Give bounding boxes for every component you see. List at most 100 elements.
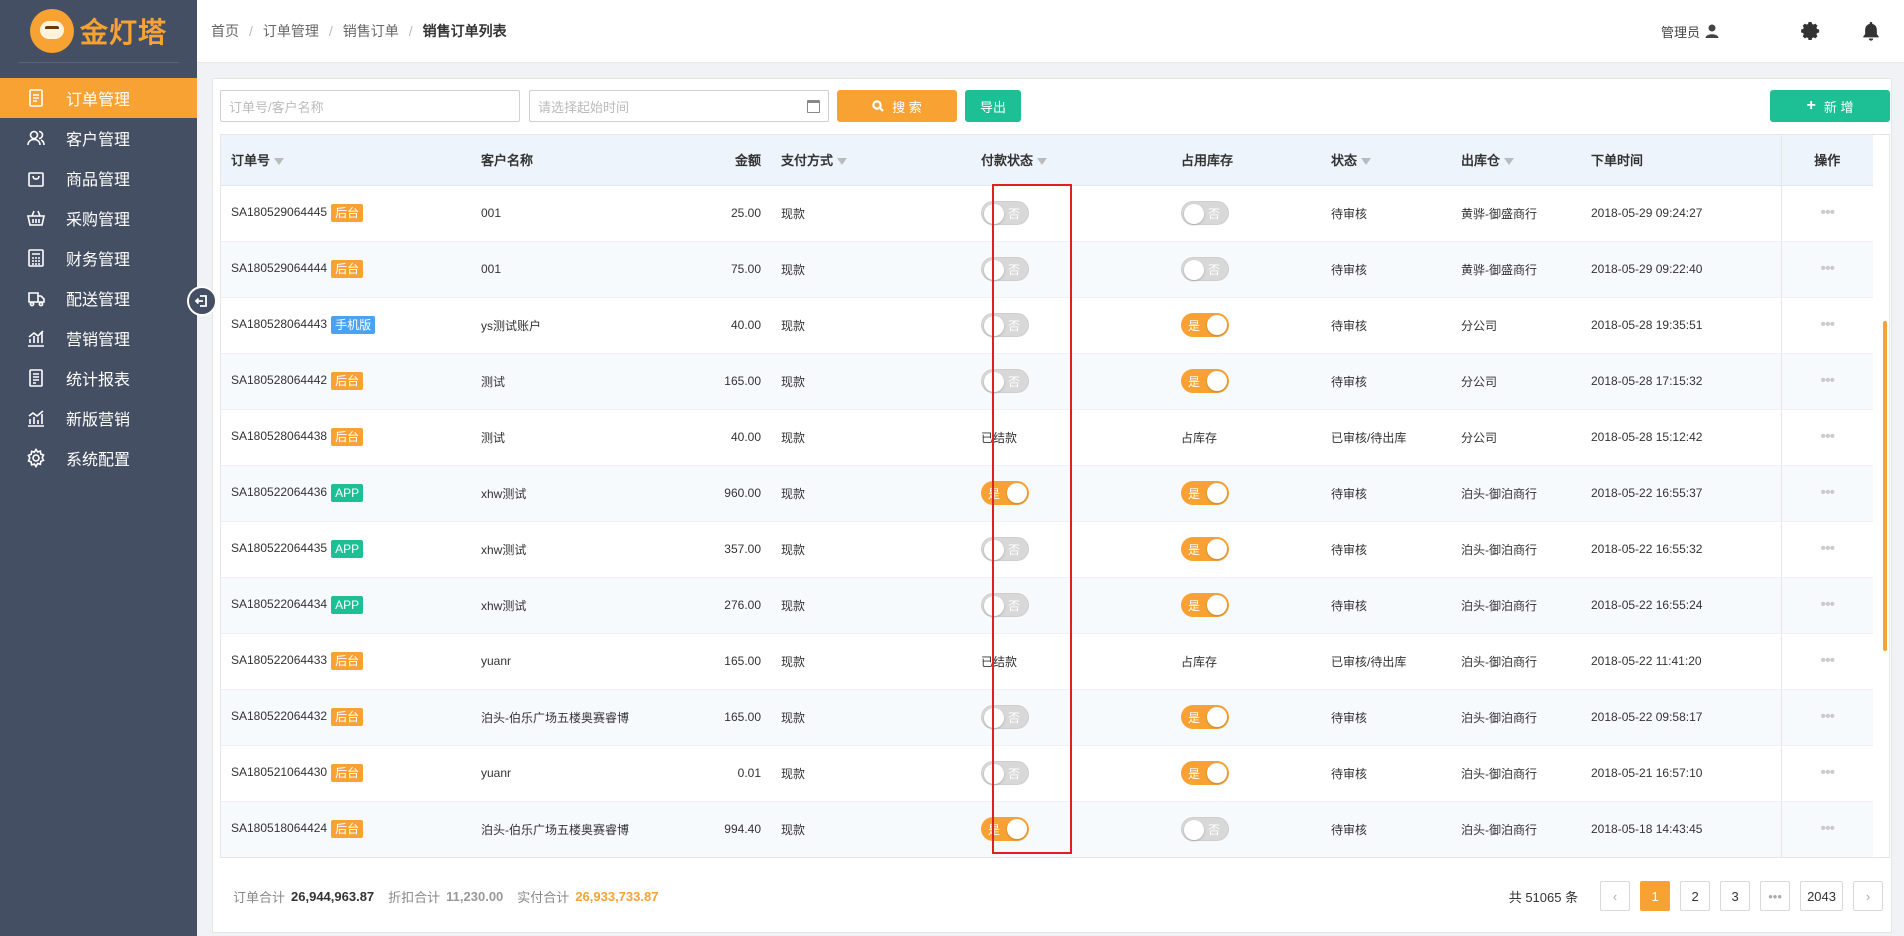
order-no[interactable]: SA180522064436 (231, 485, 327, 499)
more-actions-icon[interactable]: ••• (1780, 409, 1873, 466)
sidebar-item-3[interactable]: 商品管理 (0, 158, 197, 198)
breadcrumb-sales-orders[interactable]: 销售订单 (343, 21, 399, 41)
table-row[interactable]: SA180528064438 后台 测试 40.00 现款 已结款 占库存 已审核/待出库 分公… (221, 409, 1873, 466)
stock-toggle[interactable]: 是 (1181, 369, 1229, 393)
more-actions-icon[interactable]: ••• (1780, 745, 1873, 802)
more-actions-icon[interactable]: ••• (1780, 241, 1873, 298)
page-ellipsis[interactable]: ••• (1760, 881, 1791, 911)
pay-status-toggle[interactable]: 是 (981, 817, 1029, 841)
col-pay-status[interactable]: 付款状态 (971, 135, 1171, 186)
more-actions-icon[interactable]: ••• (1780, 465, 1873, 522)
vertical-scrollbar[interactable] (1883, 321, 1887, 651)
col-payment[interactable]: 支付方式 (771, 135, 971, 186)
add-order-button[interactable]: + 新 增 (1770, 90, 1890, 122)
table-row[interactable]: SA180522064434 APP xhw测试 276.00 现款 否 是 待审核 泊头-御泊… (221, 577, 1873, 634)
sidebar-item-7[interactable]: 营销管理 (0, 318, 197, 358)
order-no[interactable]: SA180529064445 (231, 205, 327, 219)
pay-status-toggle[interactable]: 否 (981, 369, 1029, 393)
page-button[interactable]: 1 (1640, 881, 1671, 911)
sidebar-item-8[interactable]: 统计报表 (0, 358, 197, 398)
more-actions-icon[interactable]: ••• (1780, 633, 1873, 690)
order-no[interactable]: SA180528064442 (231, 373, 327, 387)
filter-icon[interactable] (274, 158, 285, 166)
settings-gear-icon[interactable] (1800, 20, 1822, 42)
table-row[interactable]: SA180529064445 后台 001 25.00 现款 否 否 待审核 黄骅-御盛商行 20… (221, 185, 1873, 242)
table-row[interactable]: SA180521064430 后台 yuanr 0.01 现款 否 是 待审核 泊头-御泊商行 2… (221, 745, 1873, 802)
table-row[interactable]: SA180522064433 后台 yuanr 165.00 现款 已结款 占库存 已审核/待… (221, 633, 1873, 690)
table-row[interactable]: SA180528064443 手机版 ys测试账户 40.00 现款 否 是 待审核 分公司 20… (221, 297, 1873, 354)
orders-table-container[interactable]: 订单号 客户名称 金额 支付方式 付款状态 占用库存 状态 出库仓 下单时间 操… (220, 134, 1890, 858)
brand-logo[interactable]: 金灯塔 (18, 0, 179, 63)
page-button[interactable]: 3 (1720, 881, 1751, 911)
search-input[interactable]: 订单号/客户名称 (220, 90, 520, 122)
pay-status-toggle[interactable]: 否 (981, 537, 1029, 561)
order-no[interactable]: SA180529064444 (231, 261, 327, 275)
sidebar-item-1[interactable]: 订单管理 (0, 78, 197, 118)
order-no[interactable]: SA180522064432 (231, 709, 327, 723)
more-actions-icon[interactable]: ••• (1780, 801, 1873, 857)
page-button[interactable]: 2043 (1800, 881, 1843, 911)
breadcrumb-home[interactable]: 首页 (211, 21, 239, 41)
table-row[interactable]: SA180522064435 APP xhw测试 357.00 现款 否 是 待审核 泊头-御泊… (221, 521, 1873, 578)
col-status[interactable]: 状态 (1321, 135, 1451, 186)
order-no[interactable]: SA180522064433 (231, 653, 327, 667)
stock-toggle[interactable]: 是 (1181, 593, 1229, 617)
filter-icon[interactable] (1037, 158, 1048, 166)
search-button[interactable]: 搜 索 (837, 90, 957, 122)
stock-toggle[interactable]: 是 (1181, 761, 1229, 785)
notification-bell-icon[interactable] (1860, 20, 1882, 42)
stock-toggle[interactable]: 是 (1181, 481, 1229, 505)
order-no[interactable]: SA180528064438 (231, 429, 327, 443)
pay-status-toggle[interactable]: 否 (981, 257, 1029, 281)
filter-icon[interactable] (837, 158, 848, 166)
order-no[interactable]: SA180522064435 (231, 541, 327, 555)
stock-toggle[interactable]: 否 (1181, 817, 1229, 841)
stock-toggle[interactable]: 否 (1181, 201, 1229, 225)
pay-status-toggle[interactable]: 否 (981, 593, 1029, 617)
more-actions-icon[interactable]: ••• (1780, 297, 1873, 354)
sidebar-item-5[interactable]: 财务管理 (0, 238, 197, 278)
more-actions-icon[interactable]: ••• (1780, 521, 1873, 578)
export-button[interactable]: 导出 (965, 90, 1021, 122)
sidebar-item-6[interactable]: 配送管理 (0, 278, 197, 318)
breadcrumb-order-management[interactable]: 订单管理 (263, 21, 319, 41)
sidebar-item-2[interactable]: 客户管理 (0, 118, 197, 158)
more-actions-icon[interactable]: ••• (1780, 353, 1873, 410)
table-row[interactable]: SA180522064432 后台 泊头-伯乐广场五楼奥赛睿博 165.00 现款 否 是 待… (221, 689, 1873, 746)
pay-status-toggle[interactable]: 否 (981, 201, 1029, 225)
table-row[interactable]: SA180522064436 APP xhw测试 960.00 现款 是 是 待审核 泊头-御泊… (221, 465, 1873, 522)
col-order-no[interactable]: 订单号 (221, 135, 471, 186)
table-row[interactable]: SA180529064444 后台 001 75.00 现款 否 否 待审核 黄骅-御盛商行 20… (221, 241, 1873, 298)
more-actions-icon[interactable]: ••• (1780, 577, 1873, 634)
date-picker-input[interactable]: 请选择起始时间 (529, 90, 829, 122)
stock-toggle[interactable]: 否 (1181, 257, 1229, 281)
order-no[interactable]: SA180518064424 (231, 821, 327, 835)
stock-toggle[interactable]: 是 (1181, 313, 1229, 337)
pay-status-toggle[interactable]: 否 (981, 761, 1029, 785)
user-menu[interactable]: 管理员 (1661, 22, 1720, 41)
sidebar-item-9[interactable]: 新版营销 (0, 398, 197, 438)
page-button[interactable]: 2 (1680, 881, 1711, 911)
more-actions-icon[interactable]: ••• (1780, 689, 1873, 746)
table-row[interactable]: SA180528064442 后台 测试 165.00 现款 否 是 待审核 分公司 2018-0… (221, 353, 1873, 410)
order-no[interactable]: SA180528064443 (231, 317, 327, 331)
pay-status-toggle[interactable]: 否 (981, 313, 1029, 337)
sidebar-item-10[interactable]: 系统配置 (0, 438, 197, 478)
collapse-sidebar-button[interactable] (187, 286, 217, 316)
more-actions-icon[interactable]: ••• (1780, 185, 1873, 242)
filter-icon[interactable] (1361, 158, 1372, 166)
order-no[interactable]: SA180522064434 (231, 597, 327, 611)
filter-icon[interactable] (1504, 158, 1515, 166)
table-row[interactable]: SA180518064424 后台 泊头-伯乐广场五楼奥赛睿博 994.40 现款 是 否 待… (221, 801, 1873, 857)
sidebar-item-4[interactable]: 采购管理 (0, 198, 197, 238)
stock-toggle[interactable]: 是 (1181, 537, 1229, 561)
stock-toggle[interactable]: 是 (1181, 705, 1229, 729)
prev-page-button[interactable]: ‹ (1600, 881, 1631, 911)
pay-status-toggle[interactable]: 是 (981, 481, 1029, 505)
col-warehouse[interactable]: 出库仓 (1451, 135, 1581, 186)
discount-total-label: 折扣合计 (388, 889, 441, 905)
next-page-button[interactable]: › (1853, 881, 1883, 911)
order-no[interactable]: SA180521064430 (231, 765, 327, 779)
pay-status-toggle[interactable]: 否 (981, 705, 1029, 729)
toggle-label: 是 (988, 822, 1001, 837)
